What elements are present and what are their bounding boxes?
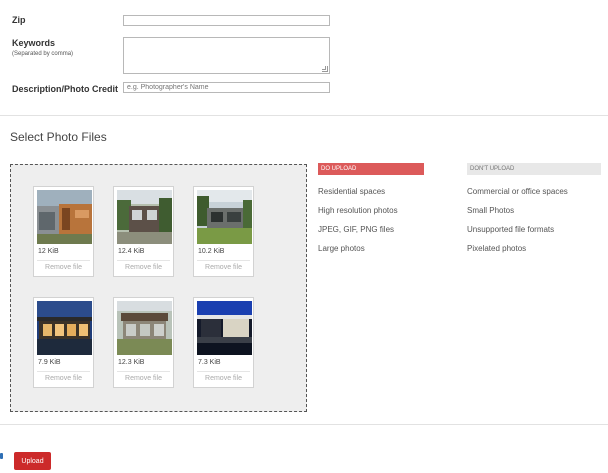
description-input[interactable] — [123, 82, 330, 93]
dont-upload-header: DON'T UPLOAD — [467, 163, 601, 175]
remove-file-link[interactable]: Remove file — [114, 375, 173, 382]
photo-thumbnail — [37, 301, 92, 355]
file-size: 12 KiB — [38, 248, 59, 255]
photo-thumbnail — [37, 190, 92, 244]
photo-dropzone[interactable]: 12 KiB Remove file 12.4 KiB Remove file — [10, 164, 307, 412]
divider — [0, 424, 608, 425]
keywords-textarea[interactable] — [123, 37, 330, 74]
upload-button[interactable]: Upload — [14, 452, 51, 470]
zip-label: Zip — [12, 15, 26, 25]
section-title: Select Photo Files — [10, 130, 107, 144]
keywords-label: Keywords — [12, 38, 56, 48]
keywords-sublabel: (Separated by comma) — [12, 51, 74, 57]
photo-card: 7.3 KiB Remove file — [193, 297, 254, 388]
card-divider — [117, 371, 170, 372]
zip-input[interactable] — [123, 15, 330, 26]
remove-file-link[interactable]: Remove file — [114, 264, 173, 271]
photo-thumbnail — [197, 190, 252, 244]
do-upload-item: Large photos — [318, 244, 365, 253]
card-divider — [37, 371, 90, 372]
divider — [0, 115, 608, 116]
cursor-icon — [0, 453, 3, 459]
description-label: Description/Photo Credit — [12, 84, 119, 94]
photo-thumbnail — [117, 190, 172, 244]
file-size: 7.3 KiB — [198, 359, 221, 366]
dont-upload-item: Small Photos — [467, 206, 515, 215]
dont-upload-item: Commercial or office spaces — [467, 187, 568, 196]
photo-card: 12.4 KiB Remove file — [113, 186, 174, 277]
file-size: 7.9 KiB — [38, 359, 61, 366]
do-upload-item: JPEG, GIF, PNG files — [318, 225, 395, 234]
file-size: 10.2 KiB — [198, 248, 225, 255]
photo-card: 12.3 KiB Remove file — [113, 297, 174, 388]
do-upload-item: Residential spaces — [318, 187, 386, 196]
remove-file-link[interactable]: Remove file — [34, 264, 93, 271]
dont-upload-item: Pixelated photos — [467, 244, 527, 253]
file-size: 12.4 KiB — [118, 248, 145, 255]
photo-card: 7.9 KiB Remove file — [33, 297, 94, 388]
remove-file-link[interactable]: Remove file — [34, 375, 93, 382]
photo-card: 10.2 KiB Remove file — [193, 186, 254, 277]
photo-card: 12 KiB Remove file — [33, 186, 94, 277]
do-upload-item: High resolution photos — [318, 206, 398, 215]
card-divider — [117, 260, 170, 261]
card-divider — [37, 260, 90, 261]
remove-file-link[interactable]: Remove file — [194, 375, 253, 382]
do-upload-header: DO UPLOAD — [318, 163, 424, 175]
photo-thumbnail — [197, 301, 252, 355]
photo-thumbnail — [117, 301, 172, 355]
card-divider — [197, 371, 250, 372]
card-divider — [197, 260, 250, 261]
remove-file-link[interactable]: Remove file — [194, 264, 253, 271]
resize-handle-icon[interactable] — [322, 66, 328, 72]
dont-upload-item: Unsupported file formats — [467, 225, 555, 234]
file-size: 12.3 KiB — [118, 359, 145, 366]
